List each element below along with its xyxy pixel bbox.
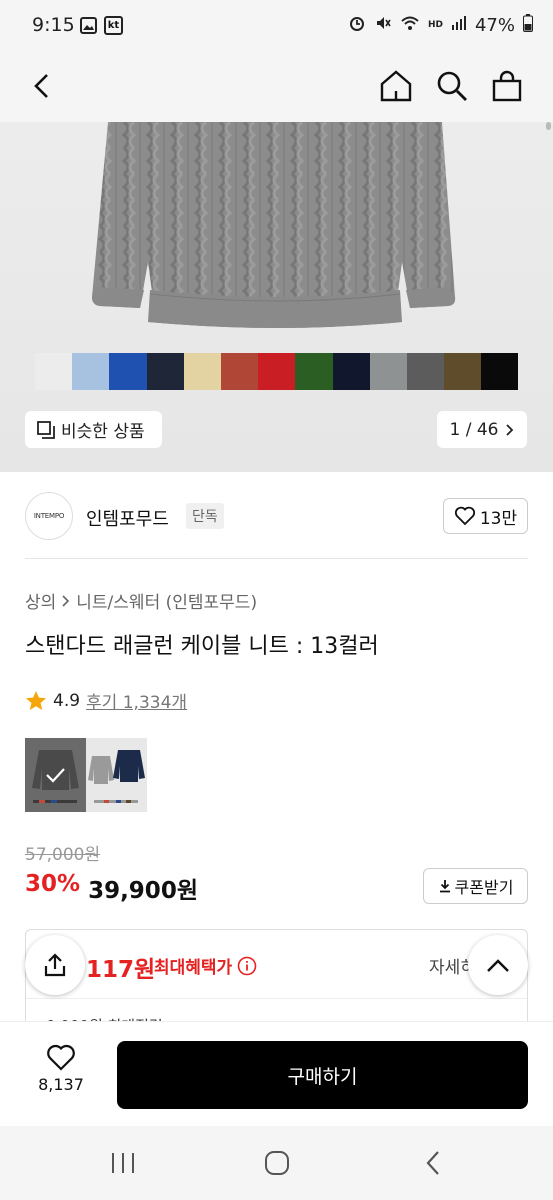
product-title: 스탠다드 래글런 케이블 니트 : 13컬러 [25,634,379,659]
overlap-icon [37,420,55,439]
color-swatches[interactable] [35,353,519,390]
rating-row: 4.9 후기 1,334개 [25,688,187,713]
sale-price: 39,900원 [88,878,198,904]
system-nav-bar [0,1126,553,1200]
info-icon[interactable] [237,956,257,976]
divider [25,558,528,559]
app-header [0,52,553,122]
brand-logo[interactable]: INTEMPO [25,492,73,540]
home-button[interactable] [374,64,418,108]
similar-products-button[interactable]: 비슷한 상품 [25,411,162,448]
color-swatch[interactable] [146,353,184,390]
color-swatch[interactable] [258,353,296,390]
cart-button[interactable] [485,64,529,108]
hd-voice-label: HD [427,20,443,30]
color-swatch[interactable] [109,353,147,390]
back-nav-button[interactable] [418,1148,448,1178]
color-swatch[interactable] [295,353,333,390]
home-icon [380,70,412,102]
share-button[interactable] [25,935,85,995]
gallery-icon [80,17,97,38]
coupon-button[interactable]: 쿠폰받기 [423,868,528,904]
download-icon [438,879,452,893]
search-button[interactable] [430,64,474,108]
max-benefit-price: 117원 [86,957,156,983]
star-icon [25,690,47,712]
back-nav-icon [426,1151,439,1175]
search-icon [437,71,467,101]
option-thumbnail-selected[interactable] [25,738,86,812]
breadcrumb: 상의 니트/스웨터 (인템포무드) [25,588,257,613]
option-thumbnails [25,738,147,812]
battery-percent: 47% [474,15,515,36]
option-thumbnail[interactable] [86,738,147,812]
status-bar: 9:15 kt HD 47% [0,0,553,52]
carrier-badge: kt [104,16,123,35]
rating-value: 4.9 [53,690,81,711]
buy-button[interactable]: 구매하기 [117,1041,528,1109]
review-link[interactable]: 후기 1,334개 [86,688,187,713]
color-swatch[interactable] [406,353,445,390]
home-nav-icon [265,1151,289,1175]
original-price: 57,000원 [25,845,101,865]
color-swatch[interactable] [183,353,221,390]
chevron-right-icon [62,594,70,607]
chevron-right-icon [506,423,514,436]
bottom-action-bar: 8,137 구매하기 [0,1021,553,1126]
home-nav-button[interactable] [262,1148,292,1178]
color-swatch[interactable] [72,353,110,390]
battery-icon [523,14,533,37]
recent-apps-button[interactable] [108,1148,138,1178]
max-benefit-label: 최대혜택가 [154,953,257,978]
brand-like-button[interactable]: 13만 [443,498,528,534]
mute-icon [374,14,392,37]
color-swatch[interactable] [481,353,519,390]
page-scrollbar[interactable] [546,122,551,130]
chevron-up-icon [487,959,509,972]
alarm-icon [348,14,366,37]
color-swatch[interactable] [332,353,370,390]
color-swatch[interactable] [220,353,259,390]
wishlist-count: 8,137 [38,1075,84,1094]
brand-row: INTEMPO 인템포무드 단독 13만 [0,472,553,560]
color-swatch[interactable] [35,353,73,390]
shopping-bag-icon [492,70,522,102]
status-indicators: HD 47% [348,14,533,37]
similar-products-label: 비슷한 상품 [61,422,145,442]
heart-icon [46,1044,76,1071]
divider [26,998,527,999]
color-swatch[interactable] [369,353,407,390]
wishlist-button[interactable]: 8,137 [30,1044,92,1094]
back-icon [34,74,48,98]
exclusive-badge: 단독 [186,503,224,529]
share-icon [44,953,66,977]
wifi-icon [400,15,420,36]
recent-apps-icon [112,1153,134,1173]
image-page-indicator[interactable]: 1 / 46 [437,411,527,448]
brand-name[interactable]: 인템포무드 [86,505,169,531]
price-row: 30% 39,900원 [25,871,198,905]
product-image[interactable]: 비슷한 상품 1 / 46 [0,122,553,472]
heart-icon [454,506,476,526]
coupon-label: 쿠폰받기 [454,878,514,897]
brand-like-count: 13만 [479,508,518,529]
scroll-top-button[interactable] [468,935,528,995]
status-time: 9:15 [32,14,75,36]
sweater-illustration [92,122,456,328]
breadcrumb-subcategory[interactable]: 니트/스웨터 (인템포무드) [76,588,257,613]
discount-rate: 30% [25,871,81,897]
breadcrumb-category[interactable]: 상의 [25,588,56,613]
signal-icon [451,15,467,36]
page-indicator-text: 1 / 46 [449,419,499,440]
color-swatch[interactable] [444,353,482,390]
back-button[interactable] [20,64,64,108]
